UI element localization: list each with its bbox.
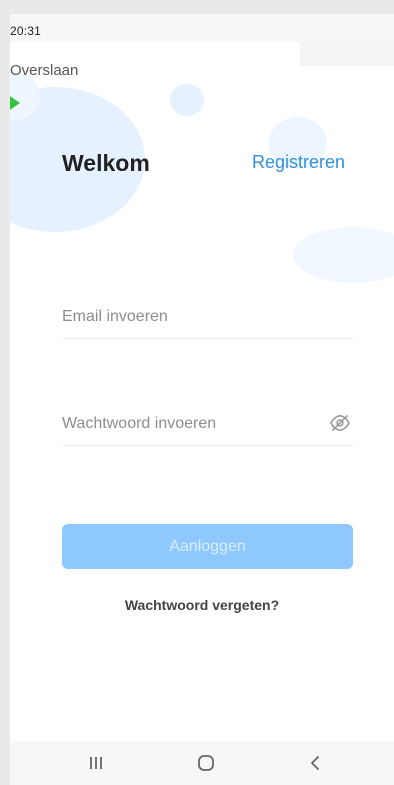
background-bubble-small	[170, 84, 204, 116]
email-field-container	[62, 296, 353, 339]
home-icon	[198, 755, 214, 771]
skip-link[interactable]: Overslaan	[10, 62, 78, 79]
app-frame: 20:31 Overslaan Welkom Registreren Aanlo…	[0, 0, 394, 785]
background-bubble-right	[293, 227, 394, 283]
back-icon	[311, 756, 319, 770]
forgot-password-link[interactable]: Wachtwoord vergeten?	[10, 597, 394, 613]
status-bar: 20:31	[10, 14, 394, 42]
back-button[interactable]	[296, 747, 336, 779]
password-field-container	[62, 403, 353, 446]
home-button[interactable]	[186, 747, 226, 779]
status-shade	[300, 42, 394, 66]
android-navigation-bar	[10, 741, 394, 785]
password-input[interactable]	[62, 403, 353, 445]
recent-apps-button[interactable]	[76, 747, 116, 779]
welcome-title: Welkom	[62, 150, 150, 176]
login-button[interactable]: Aanloggen	[62, 524, 353, 569]
eye-slash-icon[interactable]	[329, 414, 351, 432]
status-time: 20:31	[10, 24, 42, 38]
phone-screen: 20:31 Overslaan Welkom Registreren Aanlo…	[10, 14, 394, 785]
email-input[interactable]	[62, 296, 353, 338]
register-link[interactable]: Registreren	[252, 152, 345, 173]
recent-apps-icon	[90, 757, 102, 769]
